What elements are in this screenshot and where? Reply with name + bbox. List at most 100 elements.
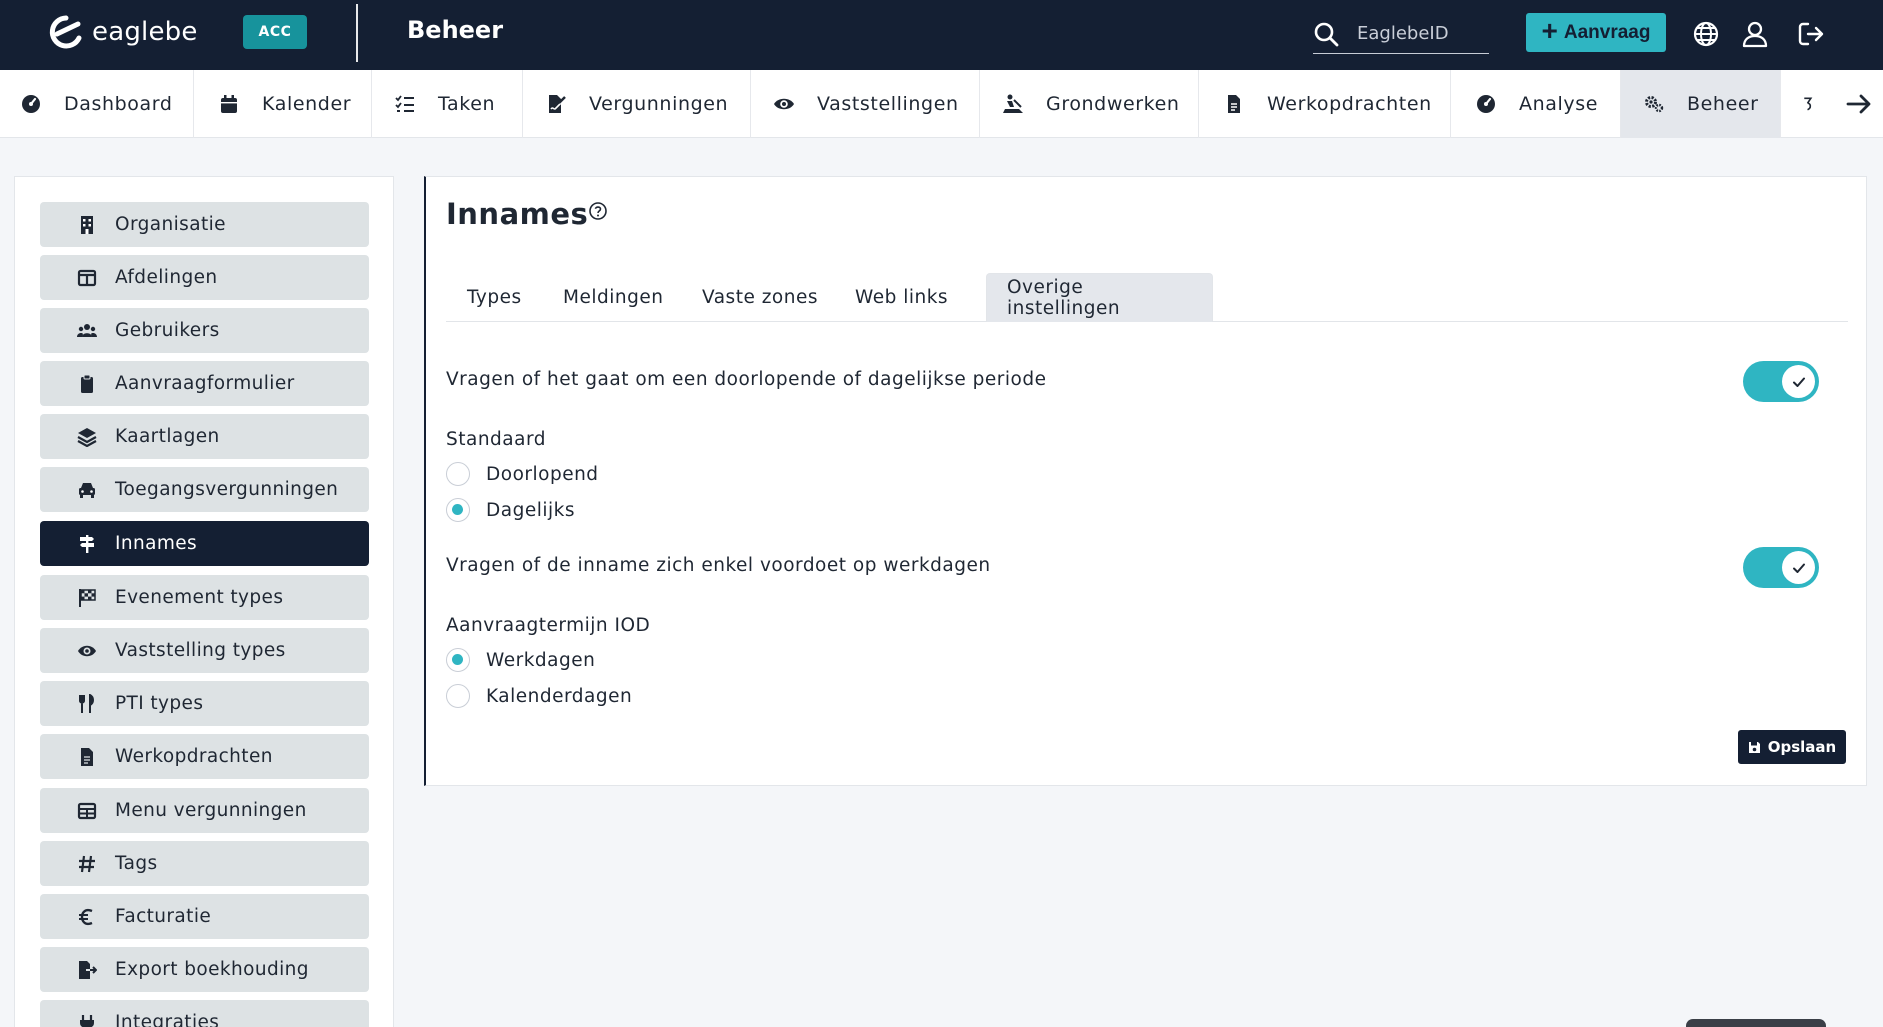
sidebar-item-export-boekhouding[interactable]: Export boekhouding: [40, 947, 369, 992]
nav-item-vaststellingen[interactable]: Vaststellingen: [751, 70, 980, 138]
tab-types[interactable]: Types: [467, 273, 522, 322]
sidebar-item-tags[interactable]: Tags: [40, 841, 369, 886]
hashtag-icon: [79, 855, 95, 872]
euro-icon: [79, 908, 93, 925]
file-signature-icon: [549, 95, 566, 113]
file-export-icon: [79, 960, 97, 979]
nav-label: Analyse: [1519, 93, 1598, 115]
save-button[interactable]: Opslaan: [1738, 730, 1846, 764]
innames-settings-panel: Innames Types Meldingen Vaste zones Web …: [424, 176, 1867, 786]
nav-label: Vaststellingen: [817, 93, 959, 115]
gauge-icon: [1477, 95, 1495, 113]
nav-item-beheer[interactable]: Beheer: [1621, 70, 1781, 138]
radio-doorlopend[interactable]: Doorlopend: [446, 462, 599, 486]
sidebar-item-label: PTI types: [115, 693, 204, 714]
nav-item-werkopdrachten[interactable]: Werkopdrachten: [1199, 70, 1451, 138]
sidebar-item-label: Evenement types: [115, 587, 284, 608]
tab-vaste-zones[interactable]: Vaste zones: [702, 273, 818, 322]
logo-text: eaglebe: [92, 17, 198, 47]
tab-meldingen[interactable]: Meldingen: [563, 273, 663, 322]
nav-item-vergunningen[interactable]: Vergunningen: [523, 70, 751, 138]
sidebar-item-pti-types[interactable]: PTI types: [40, 681, 369, 726]
radio-circle: [446, 462, 470, 486]
sidebar-item-menu-vergunningen[interactable]: Menu vergunningen: [40, 788, 369, 833]
tab-overige-instellingen[interactable]: Overige instellingen: [986, 273, 1213, 322]
radio-label: Doorlopend: [486, 463, 599, 485]
nav-label: Kalender: [262, 93, 352, 115]
clipboard-icon: [81, 374, 93, 393]
sidebar-item-evenement-types[interactable]: Evenement types: [40, 575, 369, 620]
sidebar-item-facturatie[interactable]: Facturatie: [40, 894, 369, 939]
new-request-button[interactable]: + Aanvraag: [1526, 13, 1666, 52]
logout-icon[interactable]: [1797, 20, 1825, 48]
sidebar-item-label: Aanvraagformulier: [115, 373, 295, 394]
columns-icon: [77, 269, 97, 286]
nav-label: Dashboard: [64, 93, 173, 115]
table-icon: [77, 802, 97, 819]
radio-label: Dagelijks: [486, 499, 575, 521]
nav-label: Werkopdrachten: [1267, 93, 1432, 115]
sidebar-item-integraties[interactable]: Integraties: [40, 1000, 369, 1027]
save-label: Opslaan: [1767, 738, 1837, 756]
sidebar-item-label: Menu vergunningen: [115, 800, 307, 821]
floating-widget-edge[interactable]: [1686, 1019, 1826, 1027]
nav-label: Taken: [438, 93, 496, 115]
sidebar-item-kaartlagen[interactable]: Kaartlagen: [40, 414, 369, 459]
periode-toggle[interactable]: [1743, 361, 1819, 402]
user-icon[interactable]: [1741, 20, 1769, 48]
eye-icon: [78, 645, 96, 656]
flag-checkered-icon: [79, 588, 96, 607]
werkdagen-question-label: Vragen of de inname zich enkel voordoet …: [446, 555, 991, 576]
sidebar-item-label: Organisatie: [115, 214, 226, 235]
sidebar-item-label: Afdelingen: [115, 267, 218, 288]
main-navigation: Dashboard Kalender Taken Vergunningen Va…: [0, 70, 1883, 138]
plus-icon: +: [1541, 15, 1558, 46]
calendar-icon: [221, 95, 237, 113]
sidebar-item-werkopdrachten[interactable]: Werkopdrachten: [40, 734, 369, 779]
radio-circle-checked: [446, 498, 470, 522]
nav-item-analyse[interactable]: Analyse: [1451, 70, 1621, 138]
page-section-title: Beheer: [407, 16, 504, 44]
nav-item-dashboard[interactable]: Dashboard: [0, 70, 194, 138]
globe-icon[interactable]: [1692, 20, 1720, 48]
sidebar-item-organisatie[interactable]: Organisatie: [40, 202, 369, 247]
werkdagen-toggle[interactable]: [1743, 547, 1819, 588]
arrow-right-icon[interactable]: [1845, 90, 1873, 118]
help-icon[interactable]: [588, 201, 608, 221]
radio-werkdagen[interactable]: Werkdagen: [446, 648, 595, 672]
nav-label: Beheer: [1687, 93, 1759, 115]
sidebar-item-aanvraagformulier[interactable]: Aanvraagformulier: [40, 361, 369, 406]
utensils-icon: [79, 693, 94, 713]
periode-question-label: Vragen of het gaat om een doorlopende of…: [446, 369, 1047, 390]
building-icon: [81, 215, 93, 234]
sidebar-item-label: Werkopdrachten: [115, 746, 273, 767]
nav-item-taken[interactable]: Taken: [372, 70, 523, 138]
sidebar-item-toegangsvergunningen[interactable]: Toegangsvergunningen: [40, 467, 369, 512]
radio-circle: [446, 684, 470, 708]
eaglebe-logo-icon: [49, 15, 82, 49]
radio-kalenderdagen[interactable]: Kalenderdagen: [446, 684, 632, 708]
users-icon: [77, 323, 97, 337]
aanvraagtermijn-label: Aanvraagtermijn IOD: [446, 615, 651, 636]
sidebar-item-label: Innames: [115, 533, 198, 554]
sidebar-item-label: Facturatie: [115, 906, 212, 927]
nav-label: Grondwerken: [1046, 93, 1180, 115]
sidebar-item-vaststelling-types[interactable]: Vaststelling types: [40, 628, 369, 673]
sidebar-item-label: Integraties: [115, 1012, 220, 1027]
page-title: Innames: [446, 197, 589, 231]
nav-item-kalender[interactable]: Kalender: [194, 70, 372, 138]
sidebar-item-label: Tags: [115, 853, 158, 874]
sidebar-item-gebruikers[interactable]: Gebruikers: [40, 308, 369, 353]
signs-icon: [80, 534, 94, 553]
tab-web-links[interactable]: Web links: [855, 273, 948, 322]
sidebar-item-innames[interactable]: Innames: [40, 521, 369, 566]
radio-circle-checked: [446, 648, 470, 672]
nav-item-grondwerken[interactable]: Grondwerken: [980, 70, 1199, 138]
radio-dagelijks[interactable]: Dagelijks: [446, 498, 575, 522]
top-divider: [356, 4, 358, 62]
nav-item-overflow[interactable]: [1781, 70, 1841, 138]
search-input[interactable]: [1357, 23, 1487, 44]
sidebar-item-afdelingen[interactable]: Afdelingen: [40, 255, 369, 300]
app-logo[interactable]: eaglebe: [48, 14, 198, 50]
search-icon[interactable]: [1313, 21, 1339, 47]
